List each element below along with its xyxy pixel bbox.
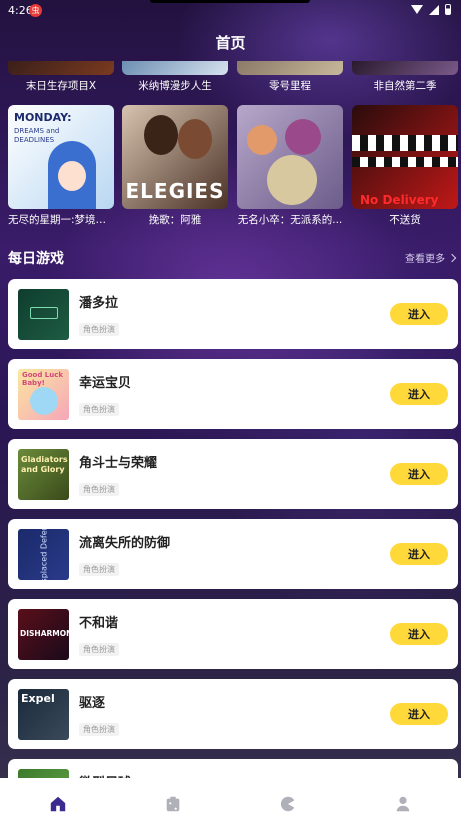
game-thumbnail: DISHARMONY <box>18 609 69 660</box>
genre-tag: 角色扮演 <box>79 323 119 336</box>
game-name: 流离失所的防御 <box>79 536 171 551</box>
thumb-text: Expel <box>21 692 55 705</box>
character-art <box>267 155 317 205</box>
game-card[interactable]: Good Luck Baby! 幸运宝贝 角色扮演 进入 <box>8 359 458 429</box>
pacman-icon <box>280 796 294 812</box>
genre-tag: 角色扮演 <box>79 723 119 736</box>
character-face <box>58 161 86 191</box>
game-title: 无尽的星期一:梦境与... <box>8 214 114 226</box>
enter-button[interactable]: 进入 <box>390 543 448 565</box>
character-art <box>247 125 277 155</box>
cover-title: ELEGIES <box>125 179 225 203</box>
signal-icon <box>429 4 439 15</box>
dice-icon <box>166 796 179 812</box>
game-cover: No Delivery <box>352 105 458 209</box>
game-name: 驱逐 <box>79 696 106 711</box>
logo-mark <box>30 307 58 319</box>
thumb-text: Gladiators and Glory <box>21 455 68 474</box>
game-title: 米纳博漫步人生 <box>138 80 212 92</box>
game-title: 非自然第二季 <box>373 80 437 92</box>
genre-tag: 角色扮演 <box>79 483 119 496</box>
game-title: 末日生存项目X <box>25 80 97 92</box>
user-icon <box>396 796 409 812</box>
tab-games[interactable] <box>115 778 230 830</box>
game-thumbnail: Expel <box>18 689 69 740</box>
game-thumbnail: Good Luck Baby! <box>18 369 69 420</box>
game-cover <box>237 105 343 209</box>
page-title: 首页 <box>215 34 246 52</box>
game-thumbnail: Gladiators and Glory <box>18 449 69 500</box>
camera-notch <box>150 0 310 3</box>
game-tile[interactable]: 末日生存项目X <box>8 61 114 93</box>
status-bar: 4:26 虫 <box>0 0 461 22</box>
enter-button[interactable]: 进入 <box>390 623 448 645</box>
battery-icon <box>445 4 451 15</box>
see-more-link[interactable]: 查看更多 <box>405 250 457 265</box>
game-thumbnail <box>18 289 69 340</box>
tab-profile[interactable] <box>345 778 460 830</box>
cover-title: No Delivery <box>360 193 439 207</box>
enter-button[interactable]: 进入 <box>390 383 448 405</box>
enter-button[interactable]: 进入 <box>390 703 448 725</box>
checker-strip <box>352 157 458 167</box>
game-title: 不送货 <box>389 214 421 226</box>
game-tile[interactable]: 无名小卒：无派系的... <box>237 105 343 227</box>
genre-tag: 角色扮演 <box>79 643 119 656</box>
home-icon <box>50 796 65 812</box>
tab-discover[interactable] <box>230 778 345 830</box>
game-card[interactable]: Displaced Defense 流离失所的防御 角色扮演 进入 <box>8 519 458 589</box>
game-tile[interactable]: ELEGIES 挽歌：阿雅 <box>122 105 228 227</box>
app-notification-icon: 虫 <box>29 4 42 17</box>
game-tile[interactable]: 米纳博漫步人生 <box>122 61 228 93</box>
checker-strip <box>352 135 458 151</box>
section-title: 每日游戏 <box>8 251 64 267</box>
see-more-label: 查看更多 <box>405 254 445 265</box>
game-cover <box>352 61 458 75</box>
game-card[interactable]: DISHARMONY 不和谐 角色扮演 进入 <box>8 599 458 669</box>
game-cover <box>122 61 228 75</box>
game-title: 无名小卒：无派系的... <box>237 214 343 226</box>
character-art <box>178 119 212 159</box>
game-name: 角斗士与荣耀 <box>79 456 158 471</box>
game-cover <box>8 61 114 75</box>
game-tile[interactable]: MONDAY: DREAMS and DEADLINES 无尽的星期一:梦境与.… <box>8 105 114 227</box>
wifi-icon <box>411 5 423 14</box>
game-card[interactable]: 潘多拉 角色扮演 进入 <box>8 279 458 349</box>
game-thumbnail: Displaced Defense <box>18 529 69 580</box>
game-title: 零号里程 <box>269 80 311 92</box>
character-art <box>144 115 178 155</box>
game-cover: MONDAY: DREAMS and DEADLINES <box>8 105 114 209</box>
game-card[interactable]: Expel 驱逐 角色扮演 进入 <box>8 679 458 749</box>
game-tile[interactable]: 零号里程 <box>237 61 343 93</box>
game-card[interactable]: Gladiators and Glory 角斗士与荣耀 角色扮演 进入 <box>8 439 458 509</box>
game-tile[interactable]: 非自然第二季 <box>352 61 458 93</box>
game-name: 潘多拉 <box>79 296 119 311</box>
character-art <box>285 119 321 155</box>
chevron-right-icon <box>447 253 457 262</box>
cover-title: MONDAY: <box>14 111 72 124</box>
genre-tag: 角色扮演 <box>79 563 119 576</box>
game-tile[interactable]: No Delivery 不送货 <box>352 105 458 227</box>
enter-button[interactable]: 进入 <box>390 463 448 485</box>
game-name: 不和谐 <box>79 616 119 631</box>
tab-home[interactable] <box>0 778 115 830</box>
game-title: 挽歌：阿雅 <box>148 214 202 226</box>
genre-tag: 角色扮演 <box>79 403 119 416</box>
thumb-text: DISHARMONY <box>20 629 69 638</box>
game-cover: ELEGIES <box>122 105 228 209</box>
bottom-tab-bar <box>0 778 461 830</box>
game-name: 幸运宝贝 <box>79 376 132 391</box>
enter-button[interactable]: 进入 <box>390 303 448 325</box>
status-icons <box>411 4 451 15</box>
thumb-text: Displaced Defense <box>39 529 49 580</box>
thumb-text: Good Luck Baby! <box>22 371 64 387</box>
game-cover <box>237 61 343 75</box>
character-art <box>30 387 58 415</box>
